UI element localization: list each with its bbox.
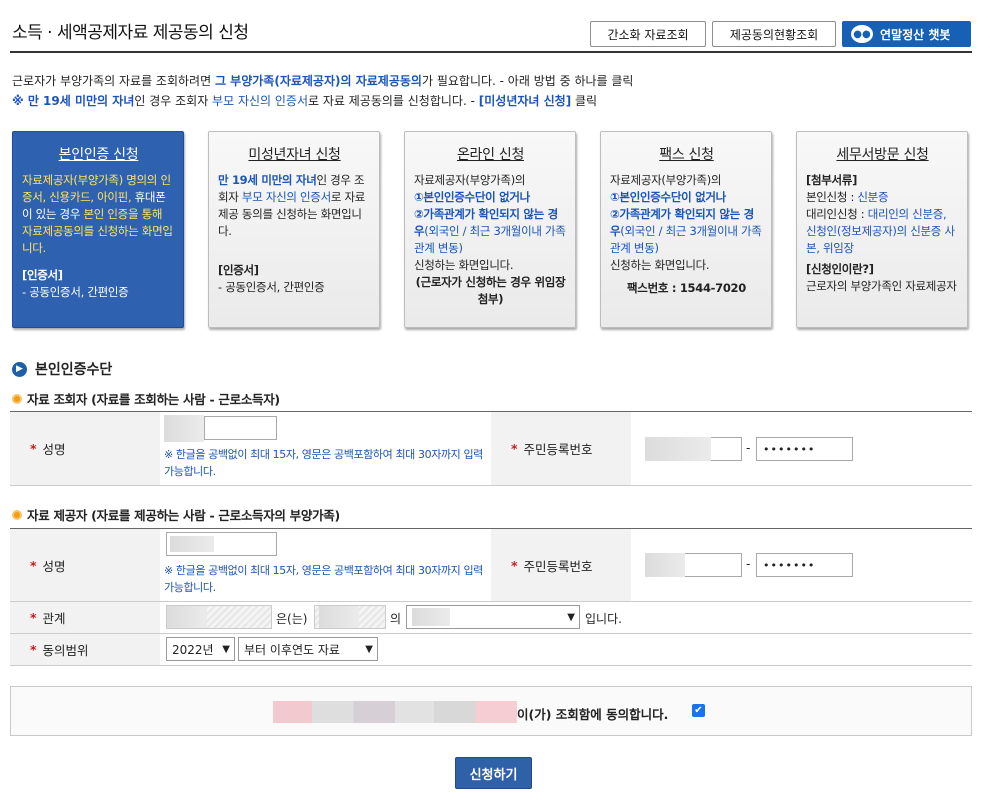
card-note: (근로자가 신청하는 경우 위임장 첨부) [415,275,566,306]
provider-name-label: * 성명 [10,529,160,601]
divider [10,665,972,666]
submit-button[interactable]: 신청하기 [455,757,532,789]
rrn-dash: - [746,557,751,571]
provider-rrn-label: * 주민등록번호 [491,529,631,601]
divider [10,485,972,486]
relation-end-text: 입니다. [585,612,622,626]
chevron-down-icon: ▼ [567,611,575,623]
provider-name-input[interactable] [166,532,277,556]
relation-ui-text: 의 [390,612,402,626]
chatbot-button[interactable]: ●● 연말정산 챗봇 [842,21,971,47]
chatbot-label: 연말정산 챗봇 [880,27,951,42]
card-online[interactable]: 온라인 신청 자료제공자(부양가족)의 ①본인인증수단이 없거나 ②가족관계가 확인… [404,131,576,328]
card-desc: 자료제공자(부양가족)의 ①본인인증수단이 없거나 ②가족관계가 확인되지 않는 경… [414,173,566,272]
relation-eun-text: 은(는) [276,612,308,626]
card-tax-office[interactable]: 세무서방문 신청 [첨부서류] 본인신청 : 신분증 대리인신청 : 대리인의 … [796,131,968,328]
page-title: 소득 · 세액공제자료 제공동의 신청 [12,23,249,43]
inquirer-rrn-front-masked [645,437,711,461]
card-minor-child[interactable]: 미성년자녀 신청 만 19세 미만의 자녀인 경우 조회자 부모 자신의 인증서… [208,131,380,328]
card-desc: 자료제공자(부양가족) 명의의 인증서, 신용카드, 아이핀, 휴대폰이 있는 … [22,173,173,255]
inquirer-name-note: ※ 한글을 공백없이 최대 15자, 영문은 공백포함하여 최대 30자까지 입… [164,448,483,478]
agree-text: 이(가) 조회함에 동의합니다. [517,707,669,722]
intro-line-1: 근로자가 부양가족의 자료를 조회하려면 그 부양가족(자료제공자)의 자료제공… [12,74,634,88]
inquirer-name-masked [164,415,204,442]
cert-label: [인증서] [218,263,259,277]
chatbot-icon: ●● [851,25,873,43]
arrow-circle-icon: ▶ [12,361,27,377]
who-value: 근로자의 부양가족인 자료제공자 [806,279,957,293]
card-title: 팩스 신청 [659,147,714,163]
agree-checkbox[interactable]: ✔ [692,704,705,717]
check-icon: ✔ [694,705,703,716]
chevron-down-icon: ▼ [365,643,373,655]
intro-line-2: ※ 만 19세 미만의 자녀인 경우 조회자 부모 자신의 인증서로 자료 제공… [12,94,598,108]
year-select[interactable]: 2022년 ▼ [166,637,235,661]
card-fax[interactable]: 팩스 신청 자료제공자(부양가족)의 ①본인인증수단이 없거나 ②가족관계가 확인되… [600,131,772,328]
provider-rrn-back-input[interactable]: ••••••• [756,553,853,577]
chevron-down-icon: ▼ [222,643,230,655]
bullet-icon [12,509,22,520]
card-title: 세무서방문 신청 [836,147,929,163]
provider-rrn-front-masked [645,553,685,577]
inquirer-rrn-label: * 주민등록번호 [491,412,631,485]
card-title: 본인인증 신청 [58,147,139,163]
inquirer-title: 자료 조회자 (자료를 조회하는 사람 - 근로소득자) [27,392,280,407]
provider-name-note: ※ 한글을 공백없이 최대 15자, 영문은 공백포함하여 최대 30자까지 입… [164,564,483,594]
bullet-icon [12,393,22,404]
agree-masked-names [273,701,517,723]
range-label: * 동의범위 [10,634,160,665]
card-title: 온라인 신청 [456,147,525,163]
card-self-auth[interactable]: 본인인증 신청 자료제공자(부양가족) 명의의 인증서, 신용카드, 아이핀, … [12,131,184,328]
provider-rrn-front-input[interactable] [685,553,742,577]
docs-self: 본인신청 : 신분증 [806,190,889,204]
fax-number: 팩스번호 : 1544-7020 [627,281,746,295]
inquirer-rrn-back-input[interactable]: ••••••• [756,437,853,461]
relation-inquirer-field [166,605,272,629]
provider-heading: 자료 제공자 (자료를 제공하는 사람 - 근로소득자의 부양가족) [12,505,340,524]
cert-value: - 공동인증서, 간편인증 [22,285,129,299]
range-value: 부터 이후연도 자료 [244,642,340,657]
inquirer-name-input[interactable] [204,416,277,440]
relation-label: * 관계 [10,602,160,633]
consent-status-button[interactable]: 제공동의현황조회 [712,21,836,47]
card-title: 미성년자녀 신청 [248,147,341,163]
cert-value: - 공동인증서, 간편인증 [218,280,325,294]
inquirer-rrn-front-input[interactable] [711,437,742,461]
auth-section-heading: ▶ 본인인증수단 [12,359,112,379]
rrn-dash: - [746,441,751,455]
year-value: 2022년 [172,642,214,657]
provider-title: 자료 제공자 (자료를 제공하는 사람 - 근로소득자의 부양가족) [27,508,340,523]
simplified-data-button[interactable]: 간소화 자료조회 [590,21,706,47]
range-select[interactable]: 부터 이후연도 자료 ▼ [238,637,378,661]
title-divider [10,51,972,53]
inquirer-heading: 자료 조회자 (자료를 조회하는 사람 - 근로소득자) [12,389,280,408]
cert-label: [인증서] [22,268,63,282]
relation-provider-field [314,605,386,629]
relation-select[interactable]: ▼ [406,605,580,629]
card-desc: 만 19세 미만의 자녀인 경우 조회자 부모 자신의 인증서로 자료 제공 동… [218,173,366,238]
card-desc: 자료제공자(부양가족)의 ①본인인증수단이 없거나 ②가족관계가 확인되지 않는 경… [610,173,762,272]
docs-label: [첨부서류] [806,173,858,187]
auth-section-title: 본인인증수단 [35,362,113,378]
who-label: [신청인이란?] [806,262,874,276]
inquirer-name-label: * 성명 [10,412,160,485]
docs-proxy: 대리인신청 : 대리인의 신분증, 신청인(정보제공자)의 신분증 사본, 위임… [806,207,955,255]
